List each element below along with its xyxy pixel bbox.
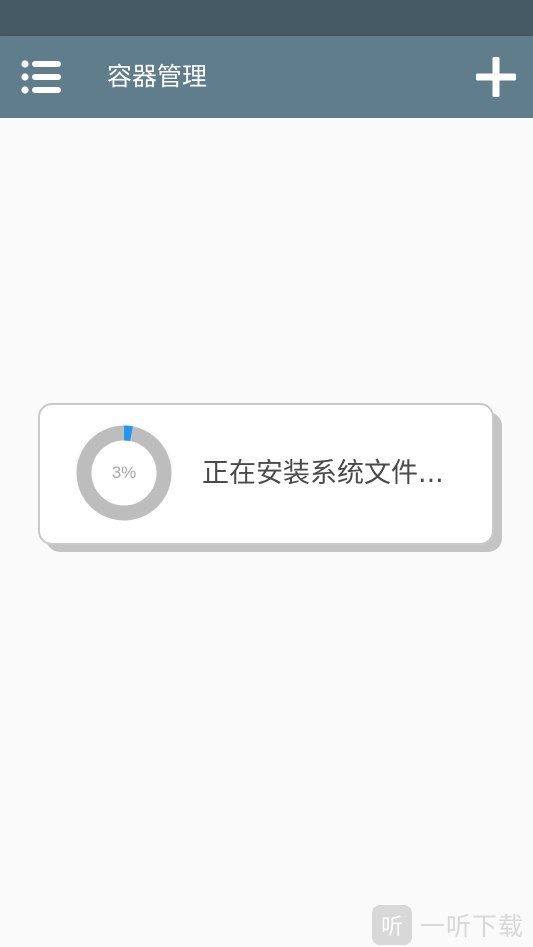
menu-button[interactable] <box>14 55 70 99</box>
install-progress-dialog: 3% 正在安装系统文件... <box>38 403 494 545</box>
status-bar <box>0 0 533 36</box>
page-title: 容器管理 <box>107 62 208 91</box>
add-container-button[interactable] <box>468 51 524 103</box>
watermark-text: 一听下载 <box>420 912 525 941</box>
progress-percent-label: 3% <box>111 463 137 482</box>
watermark: 听 一听下载 <box>372 904 528 946</box>
app-bar: 容器管理 <box>0 36 533 118</box>
list-menu-icon <box>21 60 61 94</box>
plus-icon <box>476 57 516 97</box>
dialog-message: 正在安装系统文件... <box>202 458 444 489</box>
watermark-logo: 听 <box>372 905 412 945</box>
